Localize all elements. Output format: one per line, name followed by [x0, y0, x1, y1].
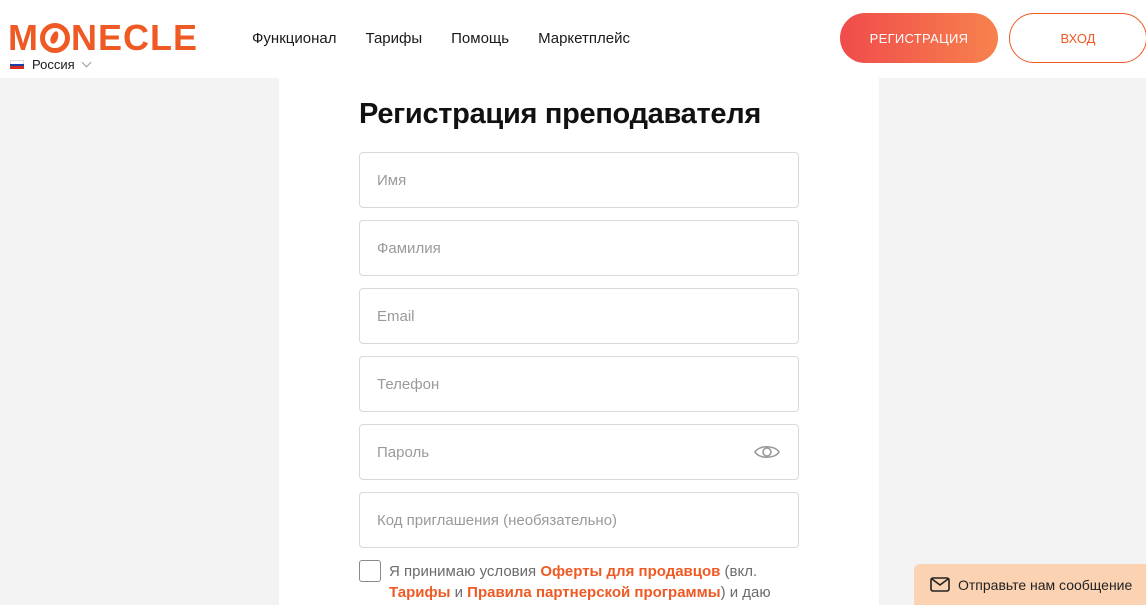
eye-icon[interactable]	[754, 442, 780, 462]
partner-rules-link[interactable]: Правила партнерской программы	[467, 584, 720, 601]
invite-code-input[interactable]	[360, 493, 798, 547]
logo-flame-icon	[40, 23, 70, 53]
tariffs-link[interactable]: Тарифы	[389, 584, 450, 601]
registration-card: Регистрация преподавателя Я принимаю усл…	[279, 78, 879, 605]
chat-label: Отправьте нам сообщение	[958, 576, 1133, 593]
last-name-input[interactable]	[360, 221, 798, 275]
logo-text-end: NECLE	[71, 17, 199, 58]
nav-features[interactable]: Функционал	[252, 30, 336, 47]
phone-input[interactable]	[360, 357, 798, 411]
region-selector[interactable]: Россия	[10, 57, 92, 72]
login-button[interactable]: ВХОД	[1009, 13, 1146, 63]
page-title: Регистрация преподавателя	[359, 98, 761, 130]
terms-mid-1: (вкл.	[720, 563, 758, 580]
site-header: M NECLE Россия Функционал Тарифы Помощь …	[0, 0, 1146, 78]
password-field[interactable]	[359, 424, 799, 480]
first-name-input[interactable]	[360, 153, 798, 207]
terms-text: Я принимаю условия Оферты для продавцов …	[389, 561, 809, 603]
terms-suffix: ) и даю	[720, 584, 771, 601]
monecle-logo[interactable]: M NECLE	[8, 20, 198, 56]
nav-help[interactable]: Помощь	[451, 30, 509, 47]
last-name-field[interactable]	[359, 220, 799, 276]
main-nav: Функционал Тарифы Помощь Маркетплейс	[252, 30, 659, 47]
password-input[interactable]	[360, 425, 798, 479]
email-input[interactable]	[360, 289, 798, 343]
terms-prefix: Я принимаю условия	[389, 563, 541, 580]
logo-text-start: M	[8, 17, 39, 58]
terms-mid-2: и	[450, 584, 468, 601]
first-name-field[interactable]	[359, 152, 799, 208]
nav-pricing[interactable]: Тарифы	[365, 30, 422, 47]
offer-link[interactable]: Оферты для продавцов	[540, 563, 720, 580]
email-field[interactable]	[359, 288, 799, 344]
phone-field[interactable]	[359, 356, 799, 412]
chat-widget-button[interactable]: Отправьте нам сообщение	[914, 564, 1146, 605]
nav-marketplace[interactable]: Маркетплейс	[538, 30, 630, 47]
envelope-icon	[930, 577, 950, 592]
invite-code-field[interactable]	[359, 492, 799, 548]
register-button[interactable]: РЕГИСТРАЦИЯ	[840, 13, 998, 63]
chevron-down-icon	[81, 57, 92, 68]
terms-checkbox[interactable]	[359, 560, 381, 582]
region-label: Россия	[32, 57, 75, 72]
russia-flag-icon	[10, 60, 24, 70]
